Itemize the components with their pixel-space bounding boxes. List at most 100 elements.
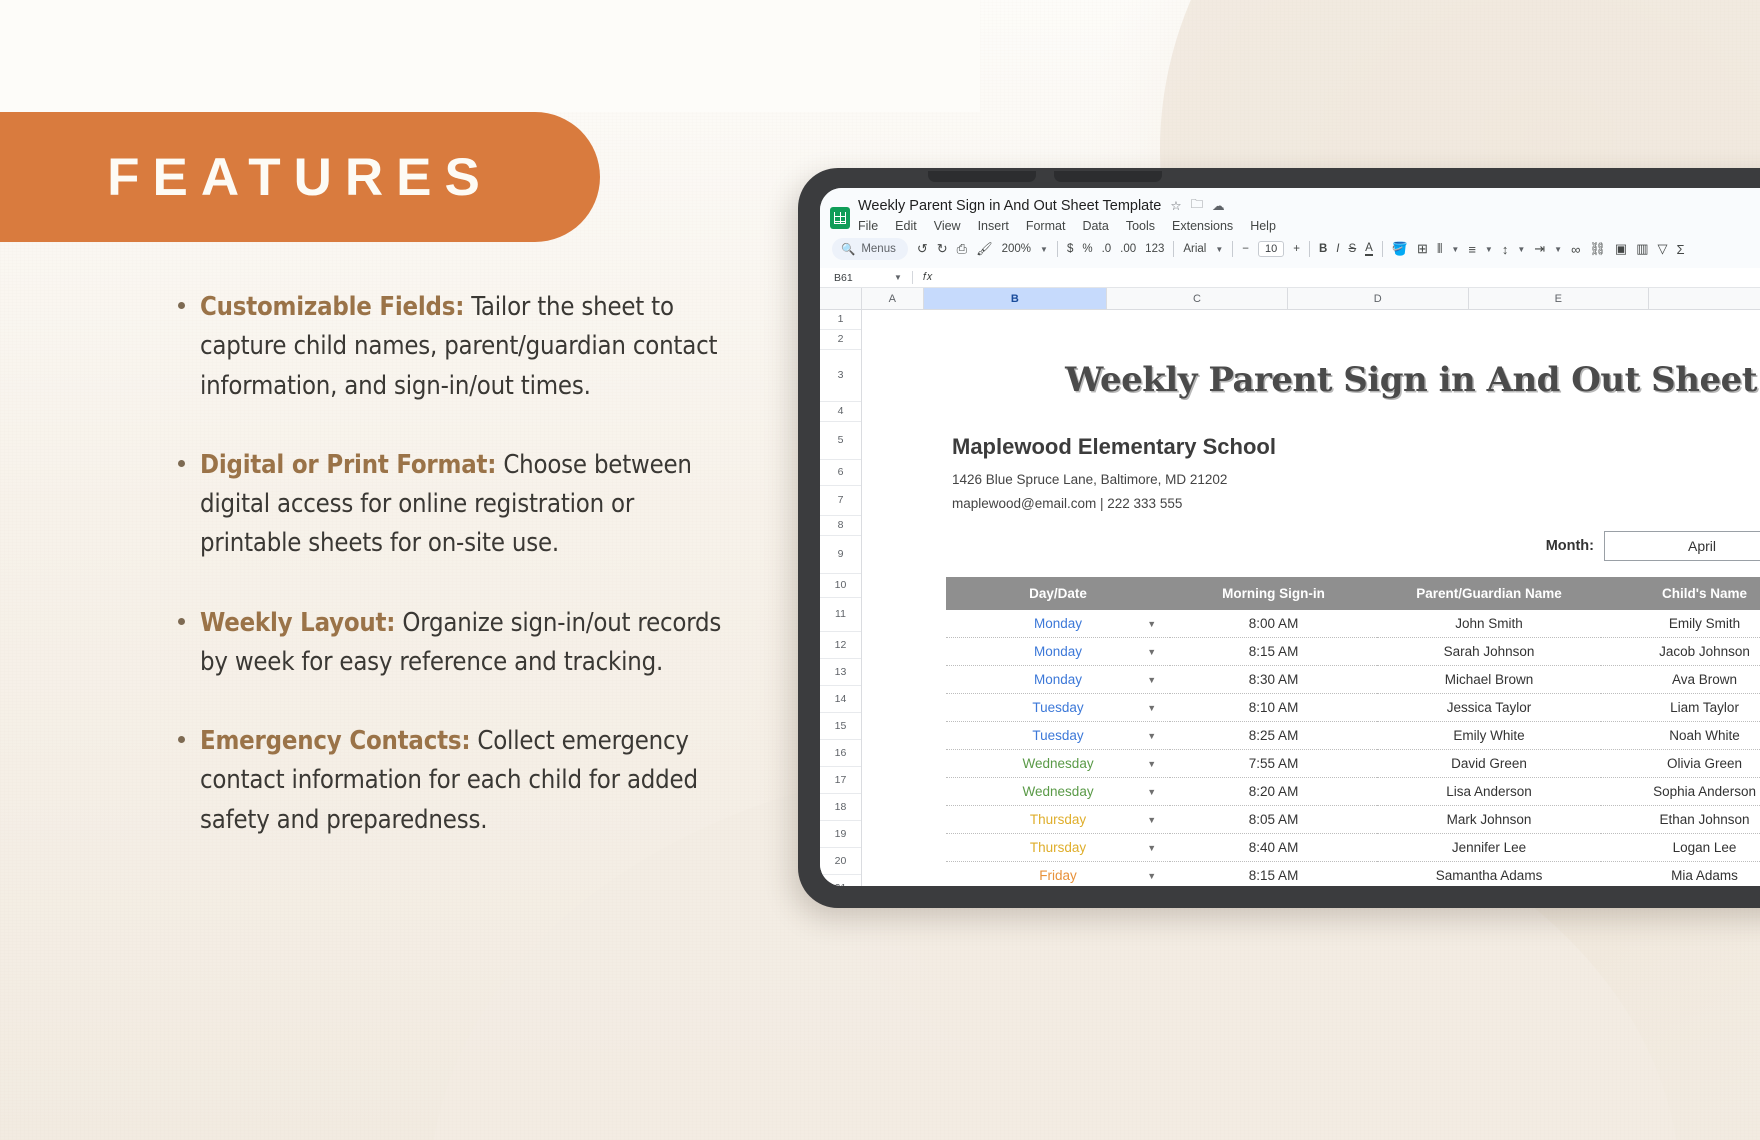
search-menus-button[interactable]: 🔍 Menus bbox=[832, 238, 908, 260]
cell-day[interactable]: Monday ▼ bbox=[946, 610, 1171, 638]
document-title[interactable]: Weekly Parent Sign in And Out Sheet Temp… bbox=[858, 198, 1161, 214]
cell-time[interactable]: 7:55 AM bbox=[1170, 749, 1377, 778]
row-number[interactable]: 15 bbox=[820, 713, 861, 740]
chevron-down-icon[interactable]: ▼ bbox=[1147, 731, 1156, 741]
cell-time[interactable]: 8:15 AM bbox=[1170, 861, 1377, 886]
cell-day[interactable]: Thursday ▼ bbox=[946, 833, 1171, 862]
menu-file[interactable]: File bbox=[858, 219, 878, 233]
star-icon[interactable]: ☆ bbox=[1170, 198, 1181, 213]
percent-format-button[interactable]: % bbox=[1082, 243, 1092, 255]
row-number[interactable]: 17 bbox=[820, 767, 861, 794]
row-number[interactable]: 1 bbox=[820, 310, 861, 330]
cell-time[interactable]: 8:00 AM bbox=[1170, 610, 1377, 638]
filter-icon[interactable]: ▽ bbox=[1657, 241, 1667, 257]
paint-format-icon[interactable]: 🖌 bbox=[976, 241, 993, 257]
cell-child[interactable]: Sophia Anderson bbox=[1601, 777, 1760, 806]
functions-icon[interactable]: Σ bbox=[1676, 242, 1684, 257]
chevron-down-icon[interactable]: ▼ bbox=[1147, 787, 1156, 797]
insert-link-icon[interactable]: ⛓ bbox=[1589, 241, 1606, 257]
bold-button[interactable]: B bbox=[1319, 243, 1327, 255]
chevron-down-icon[interactable]: ▼ bbox=[1485, 245, 1493, 254]
row-number[interactable]: 20 bbox=[820, 848, 861, 875]
cell-day[interactable]: Thursday ▼ bbox=[946, 805, 1171, 834]
cell-day[interactable]: Tuesday ▼ bbox=[946, 693, 1171, 722]
cell-parent[interactable]: Jennifer Lee bbox=[1376, 833, 1602, 862]
cell-time[interactable]: 8:15 AM bbox=[1170, 637, 1377, 666]
cell-child[interactable]: Liam Taylor bbox=[1601, 693, 1760, 722]
chevron-down-icon[interactable]: ▼ bbox=[1147, 759, 1156, 769]
decrease-decimal-button[interactable]: .0 bbox=[1102, 243, 1112, 255]
menu-format[interactable]: Format bbox=[1026, 219, 1066, 233]
row-number[interactable]: 16 bbox=[820, 740, 861, 767]
row-number[interactable]: 14 bbox=[820, 686, 861, 713]
row-number[interactable]: 5 bbox=[820, 422, 861, 460]
row-number[interactable]: 13 bbox=[820, 659, 861, 686]
chevron-down-icon[interactable]: ▼ bbox=[1554, 245, 1562, 254]
cell-time[interactable]: 8:25 AM bbox=[1170, 721, 1377, 750]
cell-child[interactable]: Ava Brown bbox=[1601, 665, 1760, 694]
chevron-down-icon[interactable]: ▼ bbox=[894, 273, 902, 282]
column-header-a[interactable]: A bbox=[862, 288, 924, 309]
cloud-status-icon[interactable]: ☁ bbox=[1212, 198, 1225, 213]
cell-parent[interactable]: Lisa Anderson bbox=[1376, 777, 1602, 806]
more-formats-button[interactable]: 123 bbox=[1145, 243, 1164, 255]
row-number[interactable]: 3 bbox=[820, 350, 861, 402]
merge-cells-icon[interactable]: ⫴ bbox=[1437, 241, 1442, 257]
move-to-folder-icon[interactable]: 🗀 bbox=[1191, 195, 1204, 216]
borders-icon[interactable]: ⊞ bbox=[1417, 241, 1428, 257]
row-number[interactable]: 10 bbox=[820, 574, 861, 598]
insert-comment-icon[interactable]: ▣ bbox=[1615, 241, 1627, 257]
cell-parent[interactable]: John Smith bbox=[1376, 610, 1602, 638]
cell-child[interactable]: Logan Lee bbox=[1601, 833, 1760, 862]
row-number[interactable]: 11 bbox=[820, 598, 861, 632]
column-header-e[interactable]: E bbox=[1469, 288, 1650, 309]
cell-child[interactable]: Noah White bbox=[1601, 721, 1760, 750]
cell-day[interactable]: Tuesday ▼ bbox=[946, 721, 1171, 750]
increase-decimal-button[interactable]: .00 bbox=[1120, 243, 1136, 255]
row-number[interactable]: 18 bbox=[820, 794, 861, 821]
cell-child[interactable]: Jacob Johnson bbox=[1601, 637, 1760, 666]
chevron-down-icon[interactable]: ▼ bbox=[1517, 245, 1525, 254]
row-number[interactable]: 4 bbox=[820, 402, 861, 422]
text-rotation-icon[interactable]: ∞ bbox=[1571, 242, 1580, 257]
menu-tools[interactable]: Tools bbox=[1126, 219, 1155, 233]
currency-format-button[interactable]: $ bbox=[1067, 243, 1073, 255]
redo-icon[interactable]: ↻ bbox=[937, 241, 948, 257]
menu-data[interactable]: Data bbox=[1082, 219, 1108, 233]
print-icon[interactable]: ⎙ bbox=[957, 241, 967, 257]
row-number[interactable]: 9 bbox=[820, 536, 861, 574]
horizontal-align-icon[interactable]: ≡ bbox=[1468, 242, 1476, 257]
fill-color-icon[interactable]: 🪣 bbox=[1392, 241, 1408, 257]
cell-time[interactable]: 8:05 AM bbox=[1170, 805, 1377, 834]
cell-day[interactable]: Wednesday ▼ bbox=[946, 749, 1171, 778]
column-header-d[interactable]: D bbox=[1288, 288, 1469, 309]
cell-parent[interactable]: David Green bbox=[1376, 749, 1602, 778]
menu-help[interactable]: Help bbox=[1250, 219, 1276, 233]
menu-view[interactable]: View bbox=[934, 219, 961, 233]
row-number[interactable]: 8 bbox=[820, 516, 861, 536]
cell-parent[interactable]: Emily White bbox=[1376, 721, 1602, 750]
cell-child[interactable]: Emily Smith bbox=[1601, 610, 1760, 638]
row-number[interactable]: 2 bbox=[820, 330, 861, 350]
text-color-button[interactable]: A bbox=[1365, 242, 1373, 256]
decrease-font-size-button[interactable]: − bbox=[1242, 243, 1249, 255]
row-number[interactable]: 19 bbox=[820, 821, 861, 848]
cell-parent[interactable]: Sarah Johnson bbox=[1376, 637, 1602, 666]
cell-day[interactable]: Wednesday ▼ bbox=[946, 777, 1171, 806]
text-wrap-icon[interactable]: ⇥ bbox=[1534, 241, 1545, 257]
menu-extensions[interactable]: Extensions bbox=[1172, 219, 1233, 233]
font-family-select[interactable]: Arial bbox=[1183, 243, 1206, 255]
chevron-down-icon[interactable]: ▼ bbox=[1451, 245, 1459, 254]
menu-edit[interactable]: Edit bbox=[895, 219, 917, 233]
cell-day[interactable]: Monday ▼ bbox=[946, 665, 1171, 694]
row-number[interactable]: 21 bbox=[820, 875, 861, 886]
cell-parent[interactable]: Mark Johnson bbox=[1376, 805, 1602, 834]
row-number[interactable]: 7 bbox=[820, 486, 861, 516]
vertical-align-icon[interactable]: ↕ bbox=[1502, 242, 1509, 257]
undo-icon[interactable]: ↺ bbox=[917, 241, 928, 257]
font-size-input[interactable]: 10 bbox=[1258, 241, 1285, 257]
chevron-down-icon[interactable]: ▼ bbox=[1147, 675, 1156, 685]
chevron-down-icon[interactable]: ▼ bbox=[1040, 245, 1048, 254]
zoom-level[interactable]: 200% bbox=[1002, 243, 1031, 255]
chevron-down-icon[interactable]: ▼ bbox=[1147, 871, 1156, 881]
